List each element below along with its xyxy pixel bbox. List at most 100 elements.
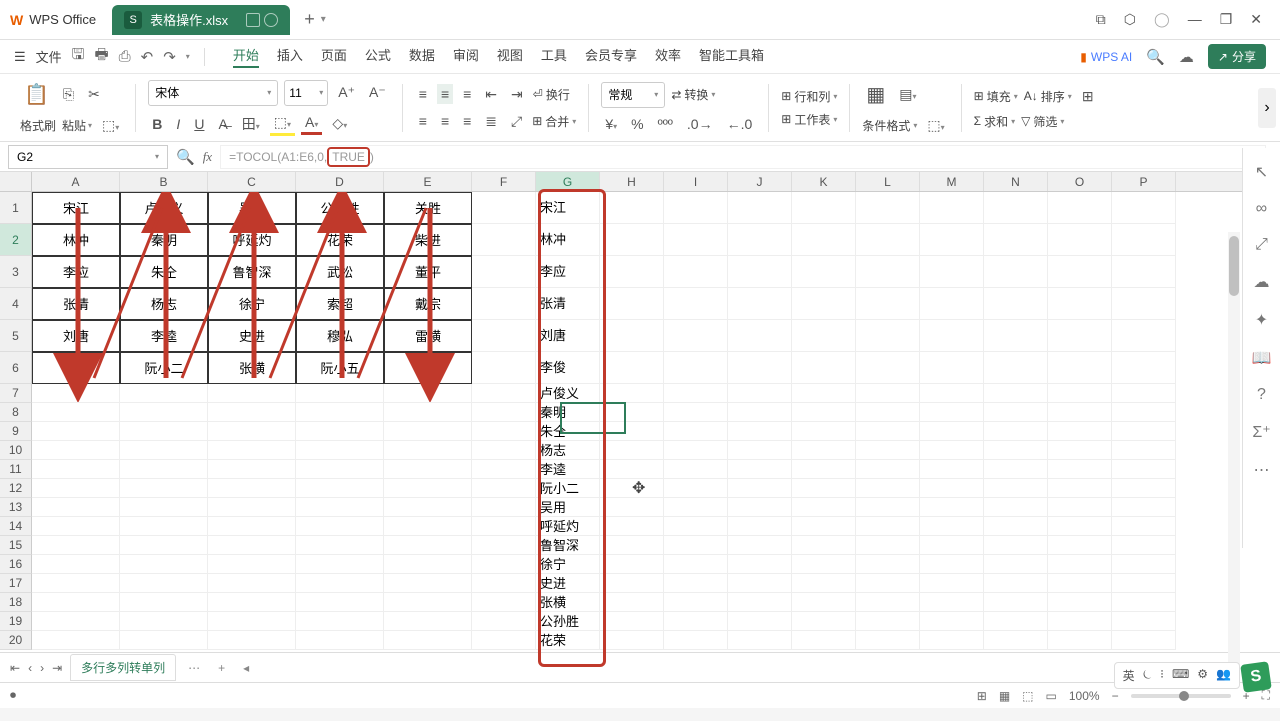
highlight-icon[interactable]: ◇▾: [328, 113, 351, 134]
cell[interactable]: [792, 403, 856, 422]
select-icon[interactable]: ↖: [1255, 162, 1268, 182]
row-header[interactable]: 5: [0, 320, 32, 352]
cell[interactable]: [856, 256, 920, 288]
cell[interactable]: 卢俊义: [120, 192, 208, 224]
cell[interactable]: 阮小二: [120, 352, 208, 384]
cell[interactable]: [664, 422, 728, 441]
cell[interactable]: [728, 612, 792, 631]
styles-icon[interactable]: ▦: [862, 80, 889, 109]
cell[interactable]: [920, 460, 984, 479]
cube-icon[interactable]: ⬡: [1124, 11, 1136, 28]
cell[interactable]: [32, 612, 120, 631]
cell[interactable]: [920, 288, 984, 320]
cell[interactable]: [296, 403, 384, 422]
ime-settings-icon[interactable]: ⚙: [1197, 667, 1208, 684]
cell[interactable]: [984, 441, 1048, 460]
cell[interactable]: [120, 441, 208, 460]
cell[interactable]: [792, 498, 856, 517]
cell[interactable]: [792, 612, 856, 631]
font-name-select[interactable]: 宋体▾: [148, 80, 278, 106]
italic-icon[interactable]: I: [172, 114, 184, 134]
cell[interactable]: [856, 536, 920, 555]
cell[interactable]: [728, 224, 792, 256]
cell[interactable]: [120, 574, 208, 593]
cell[interactable]: [664, 498, 728, 517]
cell[interactable]: [920, 352, 984, 384]
cell[interactable]: [1048, 441, 1112, 460]
cell[interactable]: 雷横: [384, 320, 472, 352]
paste-options-icon[interactable]: ⬚▾: [98, 115, 123, 136]
cell[interactable]: [472, 288, 536, 320]
more-icon[interactable]: ⋯: [1254, 460, 1270, 480]
cell[interactable]: [472, 460, 536, 479]
cell[interactable]: [856, 422, 920, 441]
cell[interactable]: [600, 288, 664, 320]
cell[interactable]: 花荣: [536, 631, 600, 650]
cell[interactable]: [984, 479, 1048, 498]
align-bottom-icon[interactable]: ≡: [459, 84, 475, 104]
cell[interactable]: [1048, 460, 1112, 479]
cell[interactable]: [208, 631, 296, 650]
cell[interactable]: 徐宁: [536, 555, 600, 574]
cell[interactable]: [1048, 498, 1112, 517]
wrap-text-button[interactable]: ⏎ 换行: [533, 86, 570, 103]
cell[interactable]: [384, 422, 472, 441]
indent-decrease-icon[interactable]: ⇤: [481, 84, 501, 105]
cell[interactable]: 阮小二: [536, 479, 600, 498]
cell[interactable]: [472, 498, 536, 517]
cell[interactable]: [208, 422, 296, 441]
cell[interactable]: [600, 441, 664, 460]
cell[interactable]: [792, 555, 856, 574]
cell[interactable]: [920, 479, 984, 498]
cell[interactable]: 李俊: [32, 352, 120, 384]
cell[interactable]: 李逵: [120, 320, 208, 352]
cell[interactable]: [600, 320, 664, 352]
cell[interactable]: [120, 593, 208, 612]
cell[interactable]: [792, 384, 856, 403]
cell[interactable]: [600, 403, 664, 422]
cell[interactable]: 戴宗: [384, 288, 472, 320]
cell[interactable]: [472, 479, 536, 498]
ime-menu-icon[interactable]: ⁝: [1160, 667, 1164, 684]
cell[interactable]: [1048, 288, 1112, 320]
cell[interactable]: [728, 403, 792, 422]
cell[interactable]: [984, 555, 1048, 574]
align-top-icon[interactable]: ≡: [415, 84, 431, 104]
cell[interactable]: [472, 536, 536, 555]
cell[interactable]: [984, 593, 1048, 612]
cut-icon[interactable]: ✂: [84, 84, 104, 105]
cell[interactable]: [792, 441, 856, 460]
hamburger-icon[interactable]: ☰: [14, 49, 26, 65]
cell[interactable]: [472, 256, 536, 288]
cond-format-button[interactable]: 条件格式▾: [862, 117, 917, 134]
sheet-tab-active[interactable]: 多行多列转单列: [70, 654, 176, 681]
cell[interactable]: [792, 352, 856, 384]
ime-moon-icon[interactable]: ⏾: [1143, 667, 1153, 684]
cell[interactable]: [384, 498, 472, 517]
cell[interactable]: [1112, 574, 1176, 593]
cell[interactable]: [32, 422, 120, 441]
cell[interactable]: [664, 441, 728, 460]
filter-button[interactable]: ▽ 筛选▾: [1021, 113, 1064, 130]
cell[interactable]: [792, 593, 856, 612]
cell[interactable]: [1048, 517, 1112, 536]
cell[interactable]: [1112, 441, 1176, 460]
cell[interactable]: [296, 441, 384, 460]
cell[interactable]: [984, 224, 1048, 256]
col-header[interactable]: L: [856, 172, 920, 191]
zoom-out-icon[interactable]: −: [1112, 689, 1119, 703]
cell[interactable]: [664, 256, 728, 288]
cell[interactable]: [600, 460, 664, 479]
row-header[interactable]: 6: [0, 352, 32, 384]
cell[interactable]: [384, 555, 472, 574]
cell[interactable]: 呼延灼: [208, 224, 296, 256]
cell[interactable]: 吴用: [536, 498, 600, 517]
cell[interactable]: [600, 593, 664, 612]
tab-formula[interactable]: 公式: [365, 45, 391, 68]
file-menu[interactable]: 文件: [36, 47, 62, 66]
view-grid-icon[interactable]: ⊞: [977, 689, 987, 703]
cell[interactable]: [296, 479, 384, 498]
cell[interactable]: [472, 631, 536, 650]
cell[interactable]: [472, 422, 536, 441]
cell[interactable]: [472, 352, 536, 384]
